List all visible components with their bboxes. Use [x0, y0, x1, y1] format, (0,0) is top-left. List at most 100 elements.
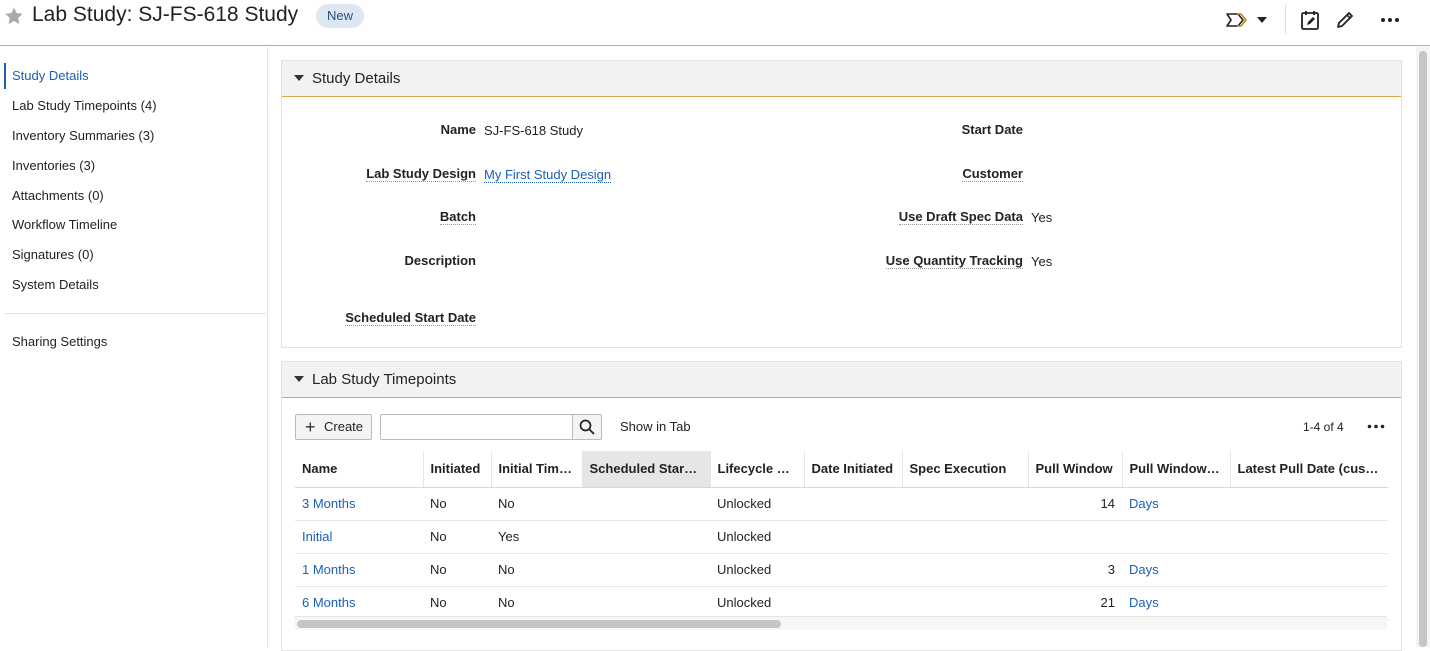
study-details-panel: Study Details Name SJ-FS-618 Study Lab S… [281, 60, 1402, 348]
sidebar: Study Details Lab Study Timepoints (4) I… [0, 47, 268, 647]
cell-date-initiated [804, 520, 902, 554]
chevron-down-icon[interactable] [1255, 8, 1269, 32]
table-header-row: Name Initiated Initial Time… Scheduled S… [295, 451, 1388, 488]
search-button[interactable] [572, 414, 602, 440]
timepoint-name-link[interactable]: 1 Months [295, 553, 423, 587]
sidebar-item-inventory-summaries[interactable]: Inventory Summaries (3) [4, 123, 266, 149]
study-details-title: Study Details [312, 70, 401, 87]
cell-pull-window-unit-link[interactable]: Days [1122, 586, 1230, 620]
sidebar-item-sharing-settings[interactable]: Sharing Settings [4, 329, 266, 355]
cell-initiated: No [423, 487, 491, 521]
more-icon[interactable] [1379, 8, 1401, 32]
sidebar-item-study-details[interactable]: Study Details [4, 63, 266, 89]
cell-pull-window [1028, 520, 1122, 554]
cell-scheduled-start [582, 586, 710, 620]
main-content: Study Details Name SJ-FS-618 Study Lab S… [268, 47, 1416, 651]
pencil-icon[interactable] [1334, 8, 1356, 32]
header-divider [1285, 4, 1286, 34]
start-date-label: Start Date [961, 122, 1023, 137]
pager: 1-4 of 4 [1303, 420, 1344, 434]
collapse-triangle-icon[interactable] [294, 75, 304, 81]
page-vertical-scroll-thumb[interactable] [1419, 51, 1427, 647]
cell-latest-pull-date [1230, 586, 1388, 620]
workflow-icon[interactable] [1224, 8, 1250, 32]
name-value: SJ-FS-618 Study [484, 123, 583, 138]
cell-initiated: No [423, 586, 491, 620]
cell-date-initiated [804, 487, 902, 521]
col-header-pull-window-unit[interactable]: Pull Window … [1122, 451, 1231, 488]
col-header-scheduled-start[interactable]: Scheduled Star… [582, 451, 711, 488]
timepoints-title: Lab Study Timepoints [312, 371, 457, 388]
sidebar-item-lab-study-timepoints[interactable]: Lab Study Timepoints (4) [4, 93, 266, 119]
plus-icon: + [305, 417, 316, 437]
cell-latest-pull-date [1230, 553, 1388, 587]
cell-latest-pull-date [1230, 487, 1388, 521]
table-row: 3 Months No No Unlocked 14 Days [295, 487, 1388, 521]
lab-study-design-link[interactable]: My First Study Design [484, 167, 612, 183]
timepoints-body: + Create Show in Tab 1-4 of 4 Name Initi… [282, 399, 1401, 649]
star-icon[interactable] [4, 6, 24, 26]
cell-scheduled-start [582, 520, 710, 554]
cell-pull-window: 14 [1028, 487, 1122, 521]
timepoint-name-link[interactable]: Initial [295, 520, 423, 554]
cell-initial-timepoint: No [491, 553, 582, 587]
timepoints-panel: Lab Study Timepoints + Create Show in Ta… [281, 361, 1402, 651]
table-row: Initial No Yes Unlocked [295, 520, 1388, 554]
timepoints-header[interactable]: Lab Study Timepoints [282, 362, 1401, 398]
cell-pull-window-unit-link[interactable]: Days [1122, 553, 1230, 587]
cell-lifecycle-state: Unlocked [710, 487, 804, 521]
sidebar-item-system-details[interactable]: System Details [4, 272, 266, 298]
col-header-spec-execution[interactable]: Spec Execution [902, 451, 1029, 488]
sidebar-item-workflow-timeline[interactable]: Workflow Timeline [4, 212, 266, 238]
cell-pull-window-unit-link[interactable] [1122, 520, 1230, 554]
create-button-label: Create [324, 419, 364, 434]
cell-initiated: No [423, 520, 491, 554]
timepoint-name-link[interactable]: 3 Months [295, 487, 423, 521]
create-button[interactable]: + Create [295, 414, 372, 440]
sidebar-item-inventories[interactable]: Inventories (3) [4, 153, 266, 179]
table-row: 1 Months No No Unlocked 3 Days [295, 553, 1388, 587]
name-label: Name [440, 122, 476, 137]
cell-spec-execution [902, 553, 1028, 587]
table-horizontal-scroll-thumb[interactable] [297, 620, 781, 628]
col-header-latest-pull-date[interactable]: Latest Pull Date (cust… [1230, 451, 1388, 488]
col-header-name[interactable]: Name [295, 451, 424, 488]
page-title: Lab Study: SJ-FS-618 Study [32, 3, 299, 26]
col-header-pull-window[interactable]: Pull Window [1028, 451, 1123, 488]
cell-date-initiated [804, 553, 902, 587]
lab-study-design-label: Lab Study Design [366, 166, 476, 182]
collapse-triangle-icon[interactable] [294, 376, 304, 382]
use-quantity-tracking-label: Use Quantity Tracking [885, 253, 1023, 269]
sidebar-item-signatures[interactable]: Signatures (0) [4, 242, 266, 268]
cell-spec-execution [902, 520, 1028, 554]
use-quantity-tracking-value: Yes [1031, 254, 1053, 269]
cell-spec-execution [902, 586, 1028, 620]
description-label: Description [404, 253, 476, 268]
search-icon [579, 419, 595, 435]
col-header-initial-timepoint[interactable]: Initial Time… [491, 451, 583, 488]
page-header: Lab Study: SJ-FS-618 Study New [0, 0, 1430, 46]
col-header-initiated[interactable]: Initiated [423, 451, 492, 488]
study-details-header[interactable]: Study Details [282, 61, 1401, 97]
calendar-edit-icon[interactable] [1299, 8, 1321, 32]
table-more-icon[interactable] [1365, 415, 1387, 437]
use-draft-spec-data-value: Yes [1031, 210, 1053, 225]
col-header-date-initiated[interactable]: Date Initiated [804, 451, 903, 488]
search-input[interactable] [380, 414, 572, 440]
cell-initial-timepoint: No [491, 487, 582, 521]
cell-initial-timepoint: Yes [491, 520, 582, 554]
cell-pull-window: 3 [1028, 553, 1122, 587]
status-badge: New [316, 4, 365, 28]
cell-scheduled-start [582, 553, 710, 587]
col-header-lifecycle-state[interactable]: Lifecycle St… [710, 451, 805, 488]
cell-date-initiated [804, 586, 902, 620]
cell-pull-window-unit-link[interactable]: Days [1122, 487, 1230, 521]
cell-pull-window: 21 [1028, 586, 1122, 620]
scheduled-start-date-label: Scheduled Start Date [345, 310, 476, 326]
show-in-tab-link[interactable]: Show in Tab [620, 419, 691, 434]
customer-label: Customer [962, 166, 1023, 182]
sidebar-item-attachments[interactable]: Attachments (0) [4, 183, 266, 209]
use-draft-spec-data-label: Use Draft Spec Data [898, 209, 1023, 225]
cell-lifecycle-state: Unlocked [710, 553, 804, 587]
timepoint-name-link[interactable]: 6 Months [295, 586, 423, 620]
